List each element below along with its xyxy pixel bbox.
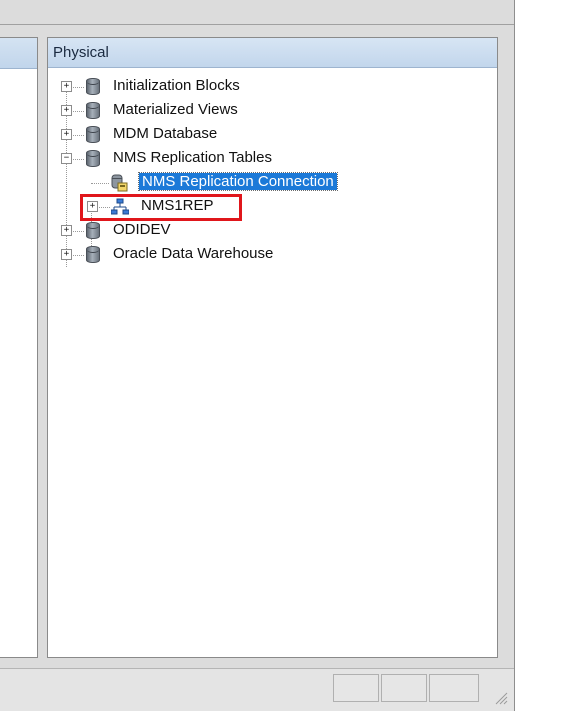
physical-pane[interactable]: Physical + Initialization Blocks + Mater… bbox=[47, 37, 498, 658]
connection-pool-icon bbox=[111, 174, 128, 192]
tree-node-label: Initialization Blocks bbox=[113, 77, 240, 94]
tree-node-label: ODIDEV bbox=[113, 221, 171, 238]
database-icon bbox=[86, 150, 100, 167]
tree-node-label: Oracle Data Warehouse bbox=[113, 245, 274, 262]
tree-node-initialization-blocks[interactable]: + Initialization Blocks bbox=[48, 75, 488, 99]
tree-node-label: MDM Database bbox=[113, 125, 218, 142]
database-icon bbox=[86, 126, 100, 143]
database-icon bbox=[86, 78, 100, 95]
tree-node-label: NMS Replication Connection bbox=[138, 172, 338, 191]
physical-pane-header: Physical bbox=[48, 38, 497, 68]
tree-node-oracle-data-warehouse[interactable]: + Oracle Data Warehouse bbox=[48, 243, 488, 267]
status-panel bbox=[381, 674, 427, 702]
status-panel bbox=[429, 674, 479, 702]
left-pane[interactable] bbox=[0, 37, 38, 658]
expand-icon[interactable]: + bbox=[61, 249, 72, 260]
application-window: Physical + Initialization Blocks + Mater… bbox=[0, 0, 515, 711]
expand-icon[interactable]: + bbox=[61, 81, 72, 92]
expand-icon[interactable]: + bbox=[61, 105, 72, 116]
collapse-icon[interactable]: − bbox=[61, 153, 72, 164]
status-panel bbox=[333, 674, 379, 702]
tree-node-label: Materialized Views bbox=[113, 101, 238, 118]
status-bar bbox=[0, 668, 514, 711]
resize-grip-icon[interactable] bbox=[494, 691, 508, 705]
left-pane-header bbox=[0, 38, 37, 69]
pane-splitter[interactable] bbox=[38, 30, 47, 660]
tree-node-odidev[interactable]: + ODIDEV bbox=[48, 219, 488, 243]
expand-icon[interactable]: + bbox=[61, 129, 72, 140]
database-icon bbox=[86, 102, 100, 119]
top-divider bbox=[0, 24, 514, 25]
expand-icon[interactable]: + bbox=[61, 225, 72, 236]
database-icon bbox=[86, 246, 100, 263]
database-icon bbox=[86, 222, 100, 239]
tree-node-materialized-views[interactable]: + Materialized Views bbox=[48, 99, 488, 123]
tree-node-nms-replication-tables[interactable]: − NMS Replication Tables bbox=[48, 147, 488, 171]
tree-node-mdm-database[interactable]: + MDM Database bbox=[48, 123, 488, 147]
tree-node-label: NMS Replication Tables bbox=[113, 149, 272, 166]
tree-node-nms-replication-connection[interactable]: NMS Replication Connection bbox=[48, 171, 488, 195]
annotation-highlight-box bbox=[80, 194, 242, 221]
